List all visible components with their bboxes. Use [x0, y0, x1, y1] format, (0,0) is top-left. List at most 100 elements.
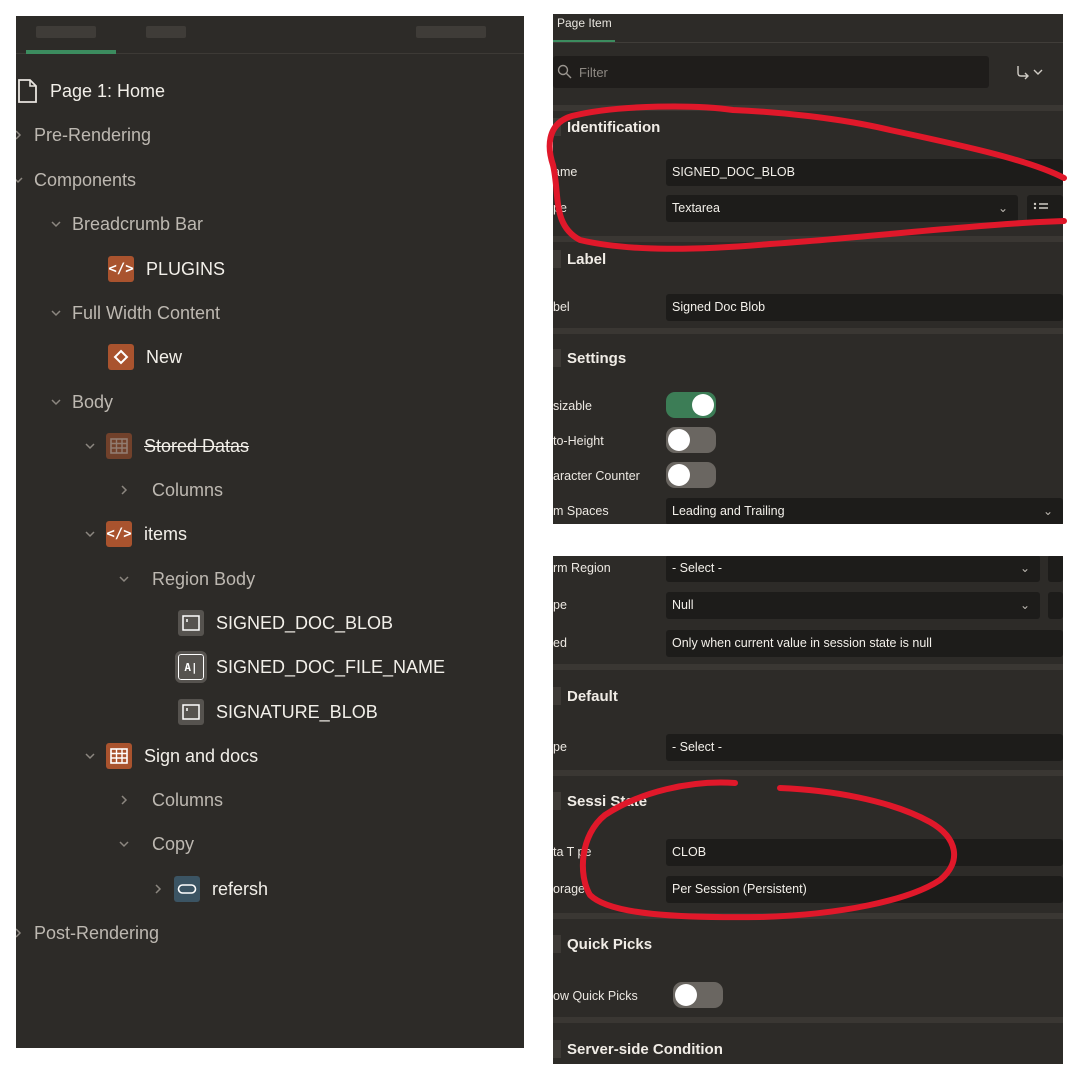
prop-label: to-Height: [553, 434, 604, 448]
tree-node-pre-rendering[interactable]: Pre-Rendering: [16, 117, 151, 153]
group-default[interactable]: Default: [553, 676, 618, 716]
tree-node-plugins[interactable]: </> PLUGINS: [108, 251, 225, 287]
go-to-group-menu[interactable]: [1015, 62, 1059, 82]
tree-node-columns[interactable]: Columns: [116, 782, 223, 818]
group-separator: [553, 770, 1063, 776]
group-title: Quick Picks: [567, 935, 653, 953]
chevron-down-icon: ⌄: [1019, 598, 1030, 612]
prop-label-text: bel Signed Doc Blob: [553, 292, 1063, 322]
group-identification[interactable]: Identification: [553, 107, 660, 147]
chevron-right-icon[interactable]: [16, 925, 26, 941]
chevron-right-icon[interactable]: [150, 881, 166, 897]
tree-node-page[interactable]: Page 1: Home: [18, 73, 166, 109]
name-field[interactable]: SIGNED_DOC_BLOB: [666, 159, 1063, 186]
collapse-caret-icon: [553, 935, 561, 953]
trim-spaces-select[interactable]: Leading and Trailing ⌄: [666, 498, 1063, 524]
chevron-down-icon[interactable]: [82, 526, 98, 542]
group-separator: [553, 1017, 1063, 1023]
prop-label: aracter Counter: [553, 469, 640, 483]
tree-node-columns[interactable]: Columns: [116, 472, 223, 508]
tree-node-region-body[interactable]: Region Body: [116, 561, 255, 597]
source-type-button[interactable]: [1048, 592, 1063, 619]
prop-label: rm Region: [553, 561, 611, 575]
tree-tab-layout[interactable]: [146, 26, 186, 38]
page-title: Page 1: Home: [50, 80, 166, 101]
show-quick-picks-toggle[interactable]: [673, 982, 723, 1008]
trim-spaces-value: Leading and Trailing: [672, 504, 785, 518]
tab-page-item[interactable]: Page Item: [553, 14, 618, 42]
group-session-state[interactable]: Sessi State: [553, 781, 647, 821]
tree-node-item-signed-doc-file-name[interactable]: A| SIGNED_DOC_FILE_NAME: [175, 649, 445, 685]
group-separator: [553, 913, 1063, 919]
tree-node-full-width-content[interactable]: Full Width Content: [48, 295, 220, 331]
auto-height-toggle[interactable]: [666, 427, 716, 453]
chevron-down-icon[interactable]: [116, 571, 132, 587]
resizable-toggle[interactable]: [666, 392, 716, 418]
group-quick-picks[interactable]: Quick Picks: [553, 924, 652, 964]
tree-node-stored-datas[interactable]: Stored Datas: [82, 428, 249, 464]
label-field[interactable]: Signed Doc Blob: [666, 294, 1063, 321]
group-title: Server-side Condition: [567, 1040, 723, 1058]
tree-node-post-rendering[interactable]: Post-Rendering: [16, 915, 159, 951]
data-type-select[interactable]: CLOB: [666, 839, 1063, 866]
prop-form-region: rm Region - Select - ⌄: [553, 556, 1063, 583]
tree-node-item-signed-doc-blob[interactable]: SIGNED_DOC_BLOB: [178, 605, 393, 641]
tree-label: refersh: [212, 878, 269, 899]
text-field-icon: A|: [175, 651, 207, 683]
group-label[interactable]: Label: [553, 239, 606, 279]
form-region-select[interactable]: - Select - ⌄: [666, 556, 1040, 582]
group-title: Settings: [567, 349, 627, 367]
form-region-button[interactable]: [1048, 556, 1063, 582]
prop-type: pe Textarea ⌄: [553, 193, 1063, 223]
prop-label: orage: [553, 882, 585, 896]
chevron-down-icon[interactable]: [82, 748, 98, 764]
storage-select[interactable]: Per Session (Persistent): [666, 876, 1063, 903]
tree-node-sign-and-docs[interactable]: Sign and docs: [82, 738, 258, 774]
tree-node-new[interactable]: New: [108, 339, 182, 375]
collapse-caret-icon: [553, 1040, 561, 1058]
chevron-right-icon[interactable]: [16, 127, 26, 143]
source-type-select[interactable]: Null ⌄: [666, 592, 1040, 619]
form-region-value: - Select -: [672, 561, 723, 575]
tree-tab-processing[interactable]: [416, 26, 486, 38]
type-select[interactable]: Textarea ⌄: [666, 195, 1018, 222]
chevron-down-icon[interactable]: [116, 836, 132, 852]
collapse-caret-icon: [553, 349, 561, 367]
group-server-side-condition[interactable]: Server-side Condition: [553, 1029, 723, 1064]
character-counter-toggle[interactable]: [666, 462, 716, 488]
tree-node-components[interactable]: Components: [16, 162, 136, 198]
prop-default-type: pe - Select -: [553, 732, 1063, 762]
prop-trim-spaces: m Spaces Leading and Trailing ⌄: [553, 496, 1063, 524]
tree-node-items[interactable]: </> items: [82, 516, 187, 552]
chevron-right-icon[interactable]: [116, 482, 132, 498]
tree-node-copy[interactable]: Copy: [116, 826, 194, 862]
chevron-down-icon[interactable]: [16, 172, 26, 188]
prop-data-type: ta T pe CLOB: [553, 837, 1063, 867]
type-select-value: Textarea: [672, 201, 720, 215]
tree-node-item-signature-blob[interactable]: SIGNATURE_BLOB: [178, 694, 378, 730]
default-type-select[interactable]: - Select -: [666, 734, 1063, 761]
filter-input[interactable]: Filter: [553, 56, 989, 88]
used-select[interactable]: Only when current value in session state…: [666, 630, 1063, 657]
tree-node-refersh[interactable]: refersh: [150, 871, 268, 907]
chevron-down-icon[interactable]: [48, 305, 64, 321]
chevron-down-icon[interactable]: [48, 216, 64, 232]
tree-tab-rendering[interactable]: [36, 26, 96, 38]
chevron-right-icon[interactable]: [116, 792, 132, 808]
chevron-down-icon[interactable]: [48, 394, 64, 410]
page-icon: [18, 79, 37, 103]
chevron-down-icon: ⌄: [997, 201, 1008, 215]
group-settings[interactable]: Settings: [553, 338, 626, 378]
list-options-button[interactable]: [1027, 195, 1063, 222]
chevron-down-icon: [1033, 69, 1043, 75]
tree-node-body[interactable]: Body: [48, 384, 113, 420]
group-separator: [553, 664, 1063, 670]
tree-label: Columns: [152, 479, 224, 500]
chevron-down-icon[interactable]: [82, 438, 98, 454]
property-editor-top: Page Item Filter Identification ame SIGN…: [553, 14, 1063, 524]
tree-label: Columns: [152, 789, 224, 810]
tree-label: Full Width Content: [72, 302, 221, 323]
group-separator: [553, 328, 1063, 334]
table-grid-icon: [106, 433, 132, 459]
tree-node-breadcrumb-bar[interactable]: Breadcrumb Bar: [48, 206, 203, 242]
